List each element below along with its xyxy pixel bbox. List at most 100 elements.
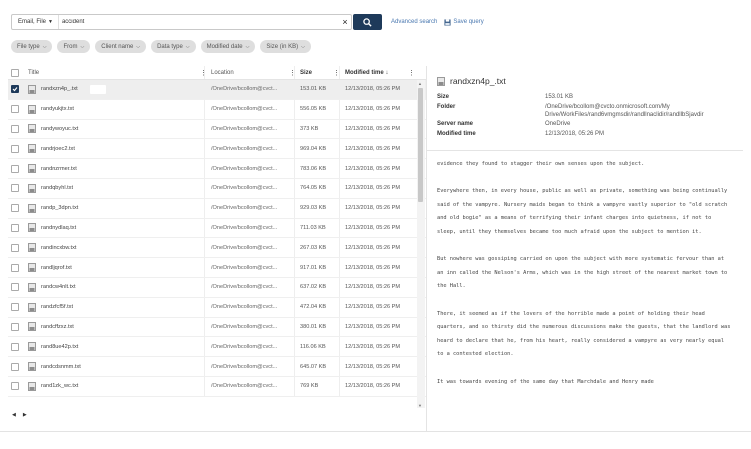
filter-client-name[interactable]: Client name ⌵ (95, 40, 147, 53)
filter-size[interactable]: Size (in KB) ⌵ (260, 40, 311, 53)
row-checkbox[interactable] (11, 243, 19, 252)
row-location-cell: /OneDrive/bcollom@cvct... (204, 218, 293, 238)
filter-from[interactable]: From ⌵ (57, 40, 91, 53)
row-checkbox[interactable] (11, 322, 19, 331)
row-checkbox[interactable] (11, 223, 19, 232)
meta-row-server: Server name OneDrive (437, 121, 737, 129)
search-input[interactable] (58, 16, 339, 28)
row-title-cell[interactable]: randnzrmer.txt (28, 159, 203, 178)
table-row[interactable]: randincxbw.txt/OneDrive/bcollom@cvct... 2… (8, 238, 426, 259)
chevron-down-icon: ⌵ (80, 43, 85, 50)
filter-modified-date[interactable]: Modified date ⌵ (200, 40, 256, 53)
scroll-down-icon[interactable]: ▼ (418, 403, 422, 408)
row-location: /OneDrive/bcollom@cvct... (211, 185, 278, 192)
table-row[interactable]: randljqrof.txt/OneDrive/bcollom@cvct... 9… (8, 258, 426, 278)
table-row[interactable]: randcw4nlt.txt/OneDrive/bcollom@cvct... 6… (8, 277, 426, 298)
row-title-cell[interactable]: randcdsnmm.txt (28, 357, 203, 376)
table-row[interactable]: randnzrmer.txt/OneDrive/bcollom@cvct... 7… (8, 159, 426, 179)
row-title-cell[interactable]: randp_3dpn.txt (28, 199, 203, 218)
row-title-cell[interactable]: rand1zk_wc.txt (28, 377, 203, 396)
file-icon (28, 362, 36, 372)
table-row[interactable]: randzfcf5f.txt/OneDrive/bcollom@cvct... 4… (8, 297, 426, 318)
table-row[interactable]: randnydlaq.txt/OneDrive/bcollom@cvct... 7… (8, 218, 426, 239)
row-size: 153.01 KB (300, 86, 327, 93)
row-title: randnzrmer.txt (41, 165, 77, 172)
row-title-cell[interactable]: randljqrof.txt (28, 258, 203, 277)
filter-data-type[interactable]: Data type ⌵ (151, 40, 196, 53)
results-rows: randxzn4p_.txt/OneDrive/bcollom@cvct... 1… (8, 80, 426, 397)
search-scope-dropdown[interactable]: Email, File ▼ (12, 15, 59, 29)
advanced-search-link[interactable]: Advanced search (391, 19, 437, 25)
row-checkbox[interactable] (11, 342, 19, 351)
row-checkbox[interactable] (11, 85, 19, 94)
row-title-cell[interactable]: randyukjtx.txt (28, 100, 203, 119)
table-row[interactable]: randqbyhl.txt/OneDrive/bcollom@cvct... 76… (8, 178, 426, 199)
table-row[interactable]: randyukjtx.txt/OneDrive/bcollom@cvct... 5… (8, 99, 426, 120)
clear-search-icon[interactable]: × (339, 17, 351, 27)
row-size-cell: 917.01 KB (294, 258, 338, 277)
row-title-cell[interactable]: randywoyuc.txt (28, 120, 203, 139)
row-checkbox[interactable] (11, 184, 19, 193)
row-title-cell[interactable]: randcw4nlt.txt (28, 278, 203, 297)
chevron-down-icon: ⌵ (136, 43, 141, 50)
search-button[interactable] (353, 14, 382, 30)
row-checkbox[interactable] (11, 362, 19, 371)
table-row[interactable]: randrjoec2.txt/OneDrive/bcollom@cvct... 9… (8, 139, 426, 160)
column-size[interactable]: Size (294, 66, 338, 79)
next-page-icon[interactable]: ▶ (23, 412, 27, 418)
row-modified: 12/13/2018, 05:26 PM (345, 106, 401, 113)
table-row[interactable]: randcdsnmm.txt/OneDrive/bcollom@cvct... 6… (8, 357, 426, 377)
row-title-cell[interactable]: randcffzxz.txt (28, 318, 203, 337)
table-row[interactable]: rand1zk_wc.txt/OneDrive/bcollom@cvct... 7… (8, 376, 426, 397)
row-checkbox[interactable] (11, 144, 19, 153)
column-modified[interactable]: Modified time ↓ (339, 66, 417, 79)
row-title: rand1zk_wc.txt (41, 383, 79, 390)
row-checkbox[interactable] (11, 105, 19, 114)
row-location: /OneDrive/bcollom@cvct... (211, 323, 278, 330)
row-title-cell[interactable]: randzfcf5f.txt (28, 298, 203, 317)
row-modified: 12/13/2018, 05:26 PM (345, 86, 401, 93)
prev-page-icon[interactable]: ◀ (12, 412, 16, 418)
table-row[interactable]: randp_3dpn.txt/OneDrive/bcollom@cvct... 9… (8, 198, 426, 219)
table-row[interactable]: randywoyuc.txt/OneDrive/bcollom@cvct... 3… (8, 119, 426, 140)
row-title-cell[interactable]: randincxbw.txt (28, 238, 203, 257)
row-size-cell: 769 KB (294, 376, 338, 396)
row-title: randljqrof.txt (41, 264, 72, 271)
scroll-up-icon[interactable]: ▲ (418, 81, 422, 86)
row-location-cell: /OneDrive/bcollom@cvct... (204, 337, 293, 357)
row-title-cell[interactable]: randxzn4p_.txt (28, 80, 203, 99)
column-menu-icon[interactable]: ⋮ (408, 69, 415, 77)
meta-value: /OneDrive/bcollom@cvcto.onmicrosoft.com/… (545, 103, 704, 118)
table-row[interactable]: rand8ue42p.txt/OneDrive/bcollom@cvct... 1… (8, 337, 426, 358)
scrollbar-thumb[interactable] (418, 88, 423, 202)
filter-label: Data type (157, 43, 183, 50)
select-all-checkbox[interactable] (11, 68, 19, 77)
preview-header: randxzn4p_.txt (437, 76, 506, 86)
row-checkbox[interactable] (11, 204, 19, 213)
column-location[interactable]: Location (204, 66, 293, 79)
row-title-cell[interactable]: randrjoec2.txt (28, 139, 203, 158)
meta-key: Server name (437, 121, 474, 128)
row-checkbox[interactable] (11, 283, 19, 292)
column-title[interactable]: Title (28, 66, 203, 79)
row-checkbox[interactable] (11, 164, 19, 173)
row-checkbox[interactable] (11, 303, 19, 312)
row-checkbox[interactable] (11, 263, 19, 272)
row-checkbox[interactable] (11, 382, 19, 391)
row-title-cell[interactable]: rand8ue42p.txt (28, 337, 203, 356)
list-scrollbar[interactable]: ▲ ▼ (417, 80, 425, 408)
row-modified: 12/13/2018, 05:26 PM (345, 165, 401, 172)
row-select-cell (11, 278, 21, 297)
row-modified-cell: 12/13/2018, 05:26 PM (339, 337, 417, 357)
save-query-link[interactable]: Save query (444, 18, 484, 26)
table-row[interactable]: randcffzxz.txt/OneDrive/bcollom@cvct... 3… (8, 317, 426, 338)
row-title-cell[interactable]: randqbyhl.txt (28, 179, 203, 198)
row-size: 116.06 KB (300, 343, 326, 350)
filter-file-type[interactable]: File type ⌵ (11, 40, 53, 53)
row-size: 764.05 KB (300, 185, 327, 192)
table-row[interactable]: randxzn4p_.txt/OneDrive/bcollom@cvct... 1… (8, 80, 426, 100)
row-location: /OneDrive/bcollom@cvct... (211, 284, 278, 291)
row-location-cell: /OneDrive/bcollom@cvct... (204, 99, 293, 119)
row-title-cell[interactable]: randnydlaq.txt (28, 219, 203, 238)
row-checkbox[interactable] (11, 124, 19, 133)
